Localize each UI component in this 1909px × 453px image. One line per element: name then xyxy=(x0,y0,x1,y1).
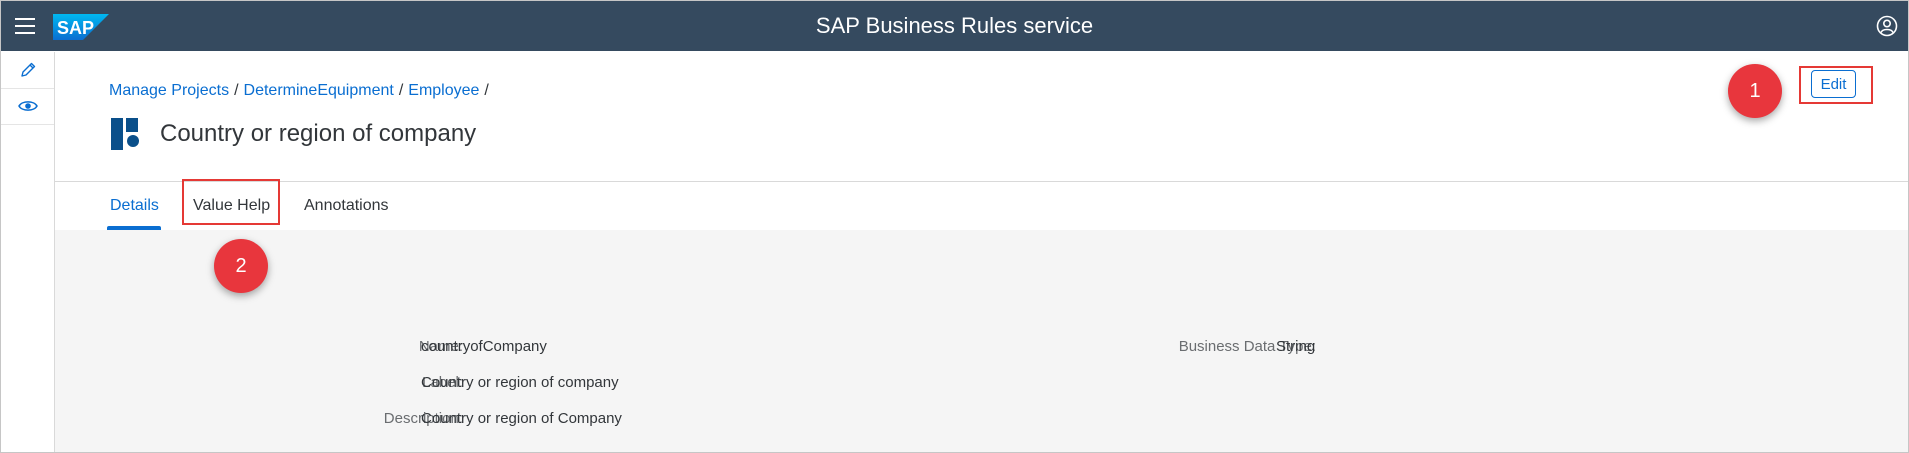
side-rail xyxy=(1,52,55,452)
business-data-type-value: String xyxy=(1276,338,1316,355)
rail-item-edit[interactable] xyxy=(1,52,54,89)
value-help-highlight-box xyxy=(182,179,280,225)
breadcrumb-separator: / xyxy=(234,82,239,99)
app-frame: SAP SAP Business Rules service Manage Pr… xyxy=(0,0,1909,453)
pencil-icon xyxy=(20,62,35,77)
page-title: Country or region of company xyxy=(160,120,477,147)
user-profile-icon[interactable] xyxy=(1876,15,1898,37)
description-value: Country or region of Company xyxy=(421,410,622,427)
eye-icon xyxy=(17,101,38,111)
tab-annotations[interactable]: Annotations xyxy=(304,197,389,215)
breadcrumb-link-employee[interactable]: Employee xyxy=(408,82,479,99)
name-value: countryofCompany xyxy=(421,338,547,355)
rail-item-view[interactable] xyxy=(1,88,54,125)
breadcrumb: Manage Projects / DetermineEquipment / Emplo… xyxy=(109,82,494,100)
edit-highlight-box xyxy=(1799,66,1873,104)
breadcrumb-link-determine-equipment[interactable]: DetermineEquipment xyxy=(244,82,394,99)
label-value: Country or region of company xyxy=(421,374,619,391)
step-badge-2: 2 xyxy=(214,239,268,293)
tab-details[interactable]: Details xyxy=(110,197,159,215)
breadcrumb-separator: / xyxy=(398,82,404,99)
data-object-icon xyxy=(111,118,139,150)
tab-bar: Details Value Help Annotations xyxy=(55,181,1908,231)
details-panel: Name: countryofCompany Label: Country or… xyxy=(55,230,1908,452)
step-badge-1: 1 xyxy=(1728,64,1782,118)
shell-bar: SAP SAP Business Rules service xyxy=(1,1,1908,51)
app-title: SAP Business Rules service xyxy=(815,13,1094,38)
breadcrumb-separator: / xyxy=(484,82,489,99)
breadcrumb-link-manage-projects[interactable]: Manage Projects xyxy=(109,82,229,99)
